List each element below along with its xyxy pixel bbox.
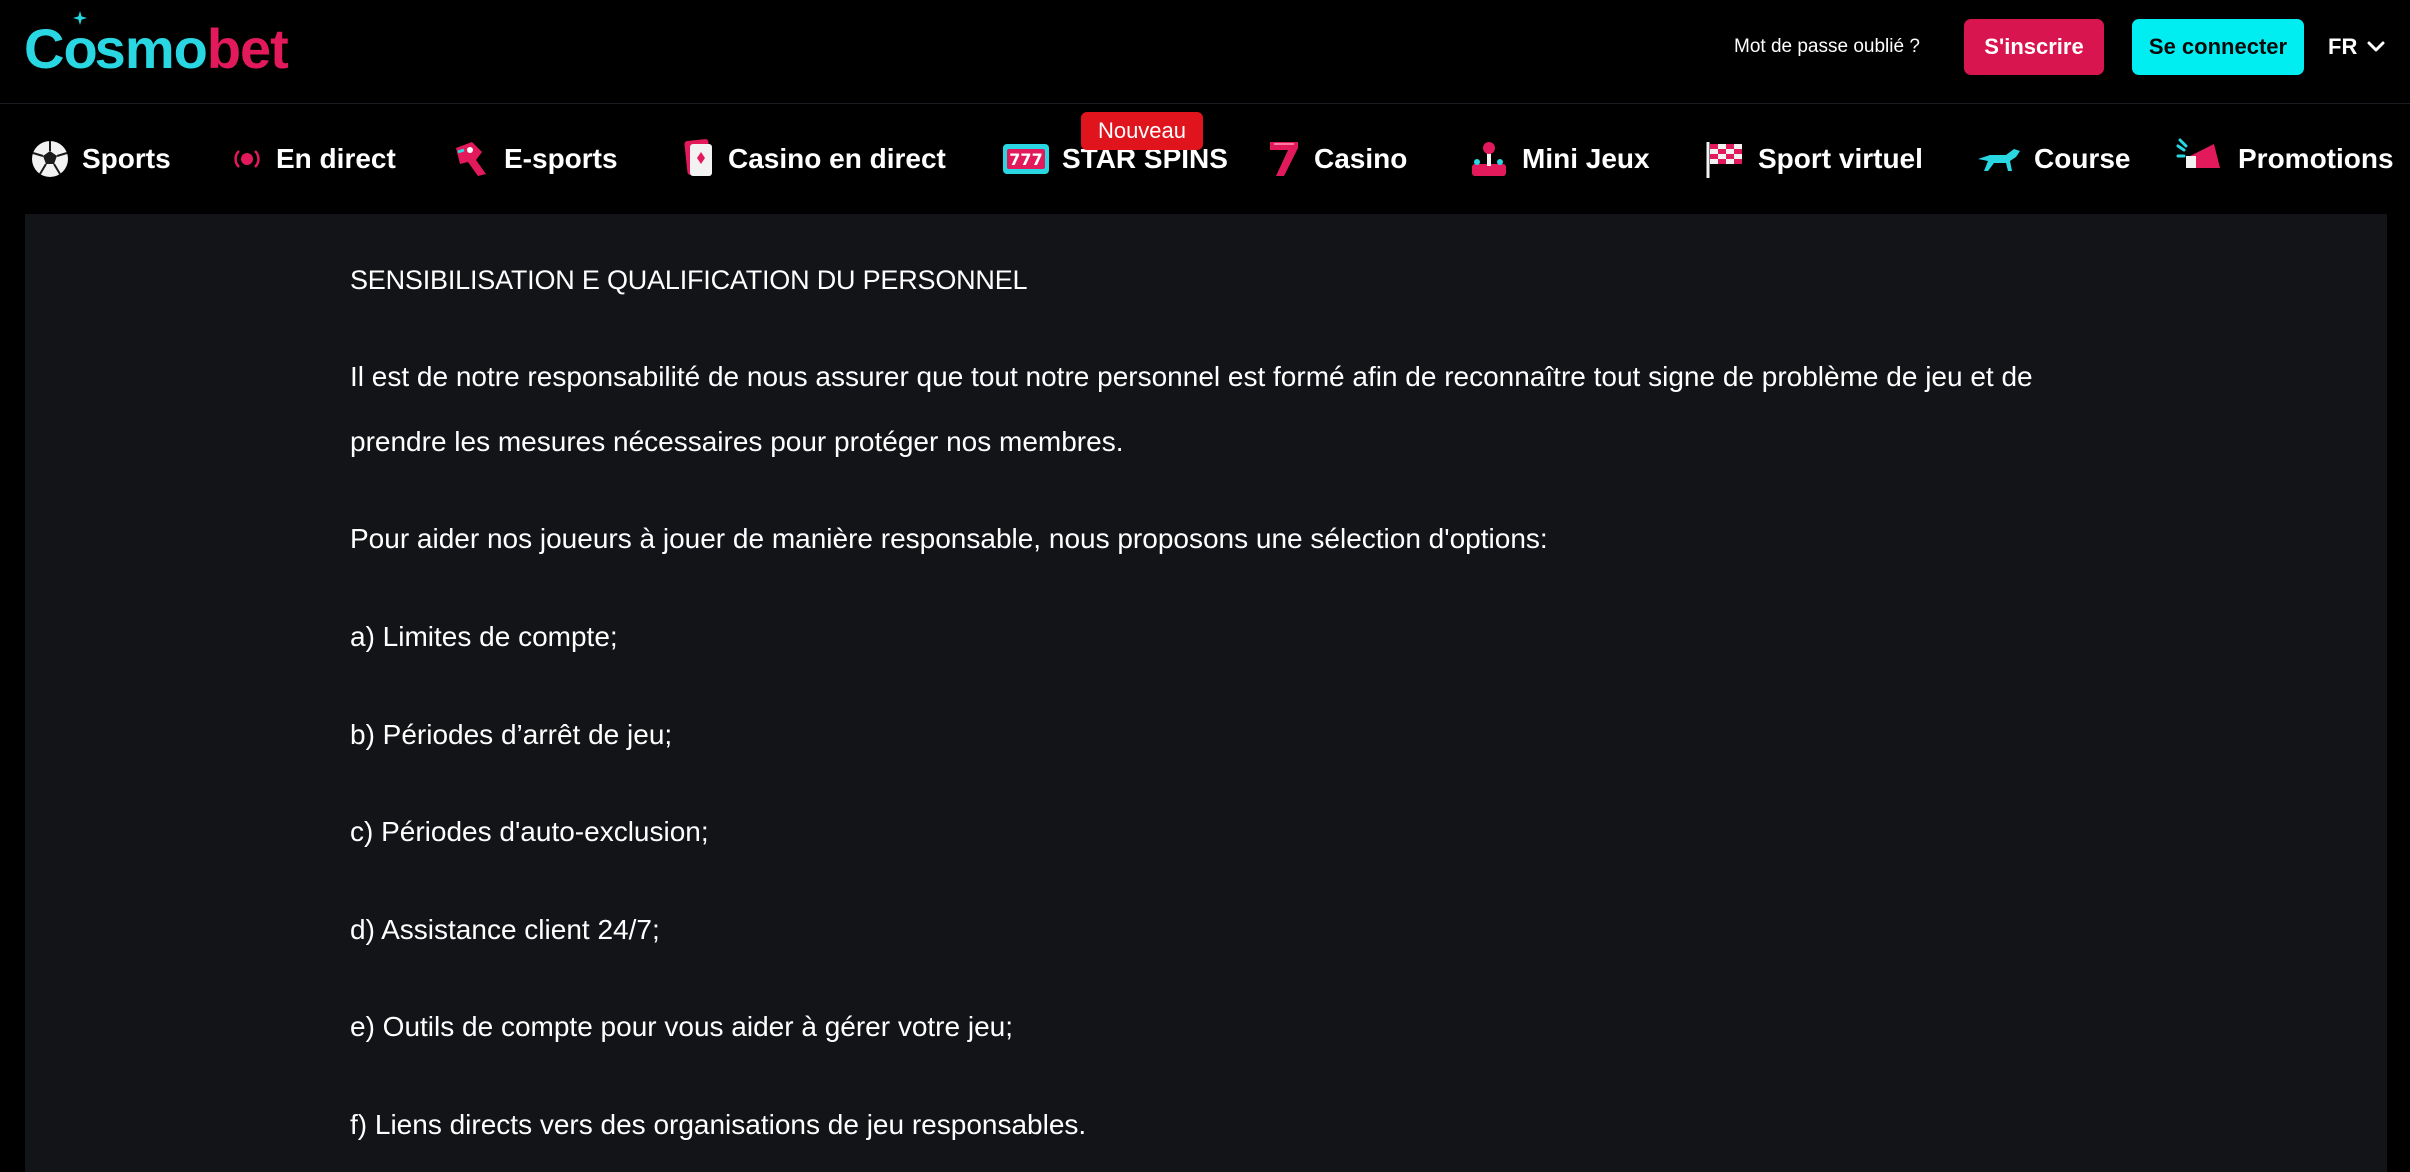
nav-item-esports[interactable]: E-sports bbox=[450, 132, 618, 186]
new-badge: Nouveau bbox=[1081, 112, 1203, 150]
nav-item-casino[interactable]: Casino bbox=[1264, 132, 1407, 186]
main-navigation: Sports En direct E-sports Casino en dire… bbox=[0, 104, 2410, 214]
greyhound-icon bbox=[1978, 149, 2020, 171]
forgot-password-link[interactable]: Mot de passe oublié ? bbox=[1734, 34, 1920, 60]
logo-text-bet: bet bbox=[206, 17, 289, 80]
nav-item-mini-games[interactable]: Mini Jeux bbox=[1468, 132, 1650, 186]
logo-text-smo: smo bbox=[94, 17, 208, 80]
options-intro: Pour aider nos joueurs à jouer de manièr… bbox=[350, 523, 1548, 554]
language-label: FR bbox=[2328, 34, 2358, 59]
nav-label-sports: Sports bbox=[82, 143, 171, 174]
nav-item-sports[interactable]: Sports bbox=[30, 132, 171, 186]
option-item: e) Outils de compte pour vous aider à gé… bbox=[350, 1011, 1014, 1042]
nav-label-live-casino: Casino en direct bbox=[728, 143, 946, 174]
login-button[interactable]: Se connecter bbox=[2132, 19, 2304, 75]
option-item: b) Périodes d’arrêt de jeu; bbox=[350, 719, 673, 750]
language-selector[interactable]: FR bbox=[2328, 32, 2385, 62]
nav-label-live: En direct bbox=[276, 143, 396, 174]
chevron-down-icon bbox=[2367, 41, 2385, 52]
checkered-flag-icon bbox=[1706, 142, 1742, 178]
soccer-ball-icon bbox=[32, 141, 68, 177]
nav-item-promotions[interactable]: Promotions bbox=[2176, 132, 2394, 186]
nav-label-esports: E-sports bbox=[504, 143, 618, 174]
option-item: d) Assistance client 24/7; bbox=[350, 914, 660, 945]
nav-item-live[interactable]: En direct bbox=[230, 132, 396, 186]
nav-label-casino: Casino bbox=[1314, 143, 1408, 174]
main-content: SENSIBILISATION E QUALIFICATION DU PERSO… bbox=[25, 214, 2387, 1172]
star-icon bbox=[73, 11, 88, 25]
nav-item-live-casino[interactable]: Casino en direct bbox=[680, 132, 946, 186]
nav-item-virtual-sport[interactable]: Sport virtuel bbox=[1702, 132, 1923, 186]
intro-paragraph: Il est de notre responsabilité de nous a… bbox=[350, 361, 2033, 457]
cosmobet-logo[interactable]: C o smo bet bbox=[24, 11, 289, 84]
live-broadcast-icon bbox=[234, 150, 260, 168]
nav-label-mini-games: Mini Jeux bbox=[1522, 143, 1650, 174]
slot-777-icon: 777 bbox=[1003, 144, 1049, 174]
nav-label-virtual-sport: Sport virtuel bbox=[1758, 143, 1923, 174]
logo-star-o: o bbox=[63, 11, 98, 77]
logo-text-c: C bbox=[24, 17, 64, 80]
nav-item-course[interactable]: Course bbox=[1976, 132, 2130, 186]
playing-card-icon bbox=[684, 139, 712, 176]
joystick-icon bbox=[1472, 142, 1506, 176]
svg-text:777: 777 bbox=[1009, 150, 1042, 169]
section-heading: SENSIBILISATION E QUALIFICATION DU PERSO… bbox=[350, 265, 1028, 295]
option-item: f) Liens directs vers des organisations … bbox=[350, 1109, 1087, 1140]
signup-button[interactable]: S'inscrire bbox=[1964, 19, 2104, 75]
nav-label-course: Course bbox=[2034, 143, 2131, 174]
option-item: a) Limites de compte; bbox=[350, 621, 618, 652]
lucky-seven-icon bbox=[1270, 142, 1298, 176]
gamepad-icon bbox=[456, 142, 486, 176]
top-header: C o smo bet Mot de passe oublié ? S'insc… bbox=[0, 0, 2410, 104]
option-item: c) Périodes d'auto-exclusion; bbox=[350, 816, 709, 847]
nav-label-promotions: Promotions bbox=[2238, 143, 2394, 174]
megaphone-icon bbox=[2176, 138, 2220, 168]
